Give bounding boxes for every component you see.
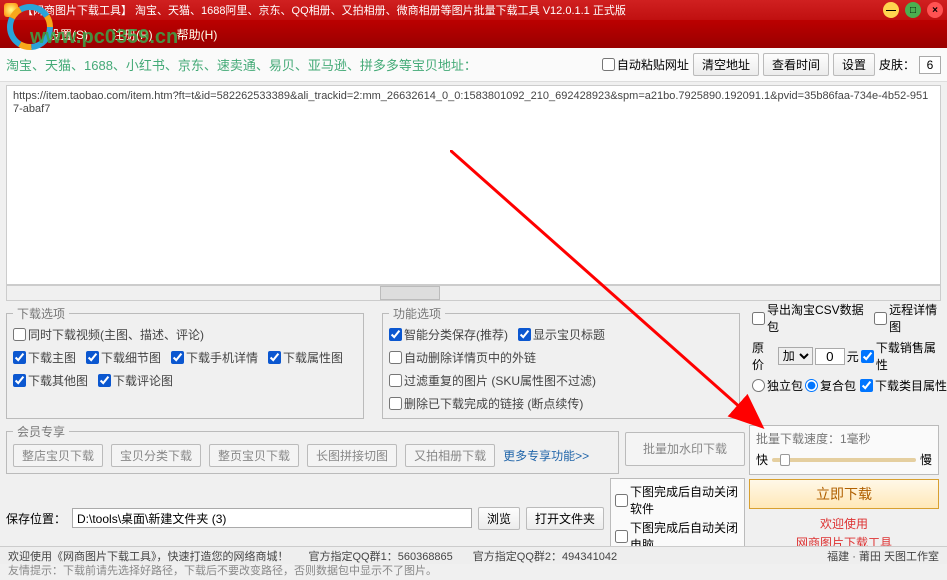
fn-filter-dup[interactable]: 过滤重复的图片 (SKU属性图不过滤) bbox=[389, 372, 596, 389]
fn-smart-save[interactable]: 智能分类保存(推荐) bbox=[389, 326, 508, 343]
open-folder-button[interactable]: 打开文件夹 bbox=[526, 507, 604, 530]
opt-mobile-detail[interactable]: 下载手机详情 bbox=[171, 349, 258, 366]
auto-paste-checkbox[interactable]: 自动粘贴网址 bbox=[602, 56, 689, 73]
opt-main-image[interactable]: 下载主图 bbox=[13, 349, 76, 366]
member-whole-page[interactable]: 整页宝贝下载 bbox=[209, 444, 299, 467]
download-now-button[interactable]: 立即下载 bbox=[749, 479, 939, 509]
member-more-link[interactable]: 更多专享功能>> bbox=[503, 447, 589, 464]
download-options-group: 下载选项 同时下载视频(主图、描述、评论) 下载主图 下载细节图 下载手机详情 … bbox=[6, 305, 364, 419]
window-title: 【网商图片下载工具】 淘宝、天猫、1688阿里、京东、QQ相册、又拍相册、微商相… bbox=[22, 2, 883, 18]
url-textarea[interactable]: https://item.taobao.com/item.htm?ft=t&id… bbox=[6, 85, 941, 285]
save-path-label: 保存位置： bbox=[6, 510, 66, 527]
price-label: 原价 bbox=[752, 339, 776, 373]
minimize-button[interactable]: — bbox=[883, 2, 899, 18]
fn-delete-done[interactable]: 删除已下载完成的链接 (断点续传) bbox=[389, 395, 583, 412]
fn-remove-links[interactable]: 自动删除详情页中的外链 bbox=[389, 349, 536, 366]
horizontal-scrollbar[interactable] bbox=[6, 285, 941, 301]
status-qq1: 官方指定QQ群1：560368865 bbox=[309, 548, 453, 564]
view-time-button[interactable]: 查看时间 bbox=[763, 53, 829, 76]
opt-detail-image[interactable]: 下载细节图 bbox=[86, 349, 161, 366]
member-category[interactable]: 宝贝分类下载 bbox=[111, 444, 201, 467]
pack-standalone-radio[interactable]: 独立包 bbox=[752, 377, 803, 394]
opt-export-csv[interactable]: 导出淘宝CSV数据包 bbox=[752, 301, 872, 335]
skin-input[interactable] bbox=[919, 56, 941, 74]
address-hint: 淘宝、天猫、1688、小红书、京东、速卖通、易贝、亚马逊、拼多多等宝贝地址： bbox=[6, 55, 477, 74]
member-stitch[interactable]: 长图拼接切图 bbox=[307, 444, 397, 467]
status-bar: 欢迎使用《网商图片下载工具》，快速打造您的网络商城！ 官方指定QQ群1：5603… bbox=[0, 546, 947, 564]
close-button[interactable]: × bbox=[927, 2, 943, 18]
member-group: 会员专享 整店宝贝下载 宝贝分类下载 整页宝贝下载 长图拼接切图 又拍相册下载 … bbox=[6, 423, 619, 474]
price-op-select[interactable]: 加 bbox=[778, 347, 813, 365]
maximize-button[interactable]: □ bbox=[905, 2, 921, 18]
menu-bar: 设置(S) 注册(R) 帮助(H) bbox=[0, 20, 947, 48]
status-welcome: 欢迎使用《网商图片下载工具》，快速打造您的网络商城！ bbox=[8, 548, 289, 564]
welcome-line1: 欢迎使用 bbox=[749, 515, 939, 534]
speed-slider[interactable] bbox=[772, 458, 916, 462]
browse-button[interactable]: 浏览 bbox=[478, 507, 520, 530]
menu-register[interactable]: 注册(R) bbox=[112, 26, 153, 43]
menu-help[interactable]: 帮助(H) bbox=[177, 26, 218, 43]
status-studio: 福建 · 莆田 天图工作室 bbox=[827, 548, 939, 564]
site-logo bbox=[2, 2, 58, 52]
speed-slow-label: 慢 bbox=[920, 451, 932, 468]
opt-attr-image[interactable]: 下载属性图 bbox=[268, 349, 343, 366]
speed-fast-label: 快 bbox=[756, 451, 768, 468]
opt-other-image[interactable]: 下载其他图 bbox=[13, 372, 88, 389]
speed-group: 批量下载速度：1毫秒 快 慢 bbox=[749, 425, 939, 475]
price-unit: 元 bbox=[847, 348, 859, 365]
member-youpai[interactable]: 又拍相册下载 bbox=[405, 444, 495, 467]
opt-sale-attr[interactable]: 下载销售属性 bbox=[861, 339, 947, 373]
speed-legend: 批量下载速度：1毫秒 bbox=[756, 430, 932, 447]
save-path-input[interactable] bbox=[72, 508, 472, 528]
pack-composite-radio[interactable]: 复合包 bbox=[805, 377, 856, 394]
price-value-input[interactable] bbox=[815, 348, 845, 365]
opt-download-video[interactable]: 同时下载视频(主图、描述、评论) bbox=[13, 326, 357, 343]
status-qq2: 官方指定QQ群2：494341042 bbox=[473, 548, 617, 564]
opt-close-app-after[interactable]: 下图完成后自动关闭软件 bbox=[615, 483, 740, 517]
opt-remote-detail[interactable]: 远程详情图 bbox=[874, 301, 947, 335]
member-whole-shop[interactable]: 整店宝贝下载 bbox=[13, 444, 103, 467]
settings-button[interactable]: 设置 bbox=[833, 53, 875, 76]
right-options: 导出淘宝CSV数据包 远程详情图 原价 加 元 下载销售属性 独立包 复合包 下… bbox=[752, 301, 947, 421]
clear-url-button[interactable]: 清空地址 bbox=[693, 53, 759, 76]
opt-comment-image[interactable]: 下载评论图 bbox=[98, 372, 173, 389]
window-titlebar: 【网商图片下载工具】 淘宝、天猫、1688阿里、京东、QQ相册、又拍相册、微商相… bbox=[0, 0, 947, 20]
fn-show-title[interactable]: 显示宝贝标题 bbox=[518, 326, 605, 343]
opt-category-attr[interactable]: 下载类目属性 bbox=[860, 377, 947, 394]
skin-label: 皮肤： bbox=[879, 56, 915, 73]
function-options-group: 功能选项 智能分类保存(推荐) 显示宝贝标题 自动删除详情页中的外链 过滤重复的… bbox=[382, 305, 740, 419]
address-toolbar: 淘宝、天猫、1688、小红书、京东、速卖通、易贝、亚马逊、拼多多等宝贝地址： 自… bbox=[0, 48, 947, 82]
batch-watermark-button[interactable]: 批量加水印下载 bbox=[625, 432, 745, 466]
